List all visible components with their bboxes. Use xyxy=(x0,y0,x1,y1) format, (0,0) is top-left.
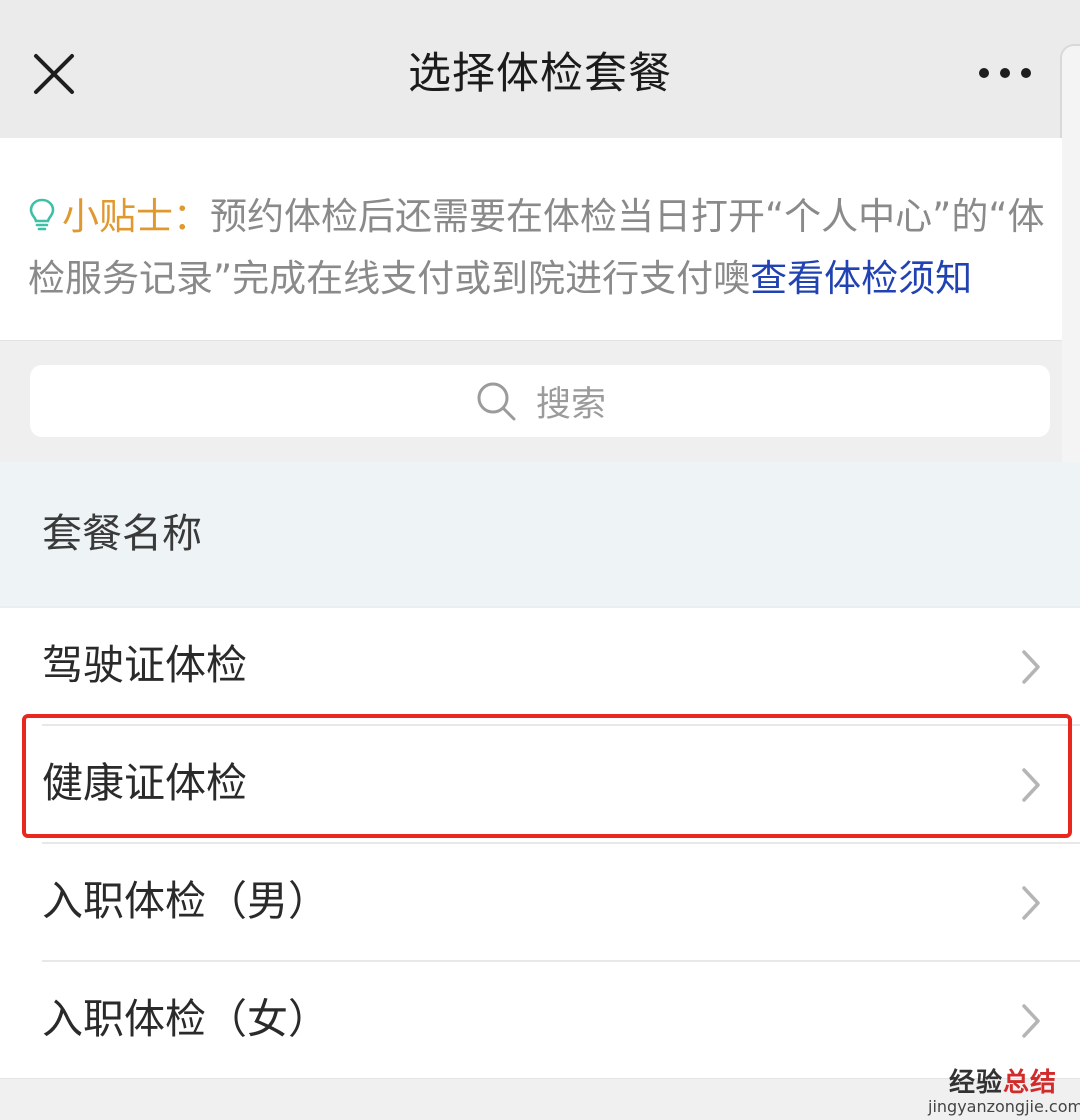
lightbulb-icon xyxy=(29,198,55,231)
more-horizontal-icon[interactable] xyxy=(974,58,1036,88)
package-list: 套餐名称 驾驶证体检 健康证体检 入职体检（男） 入职体检（女） xyxy=(0,462,1080,1119)
list-item-label: 健康证体检 xyxy=(42,759,247,807)
chevron-right-icon xyxy=(1022,650,1040,684)
page-title: 选择体检套餐 xyxy=(408,49,672,99)
tips-label: 小贴士： xyxy=(62,195,210,238)
watermark: 经验总结 jingyanzongjie.com xyxy=(928,1068,1080,1116)
chevron-right-icon xyxy=(1022,1004,1040,1038)
tips-banner: 小贴士：预约体检后还需要在体检当日打开“个人中心”的“体检服务记录”完成在线支付… xyxy=(0,138,1062,340)
search-input[interactable]: 搜索 xyxy=(30,365,1050,437)
watermark-prefix: 经验 xyxy=(948,1068,1003,1098)
list-item-employment-exam-male[interactable]: 入职体检（男） xyxy=(0,844,1080,962)
top-nav-bar: 选择体检套餐 xyxy=(0,0,1080,138)
watermark-logo: 经验总结 xyxy=(928,1068,1078,1098)
chevron-right-icon xyxy=(1022,886,1040,920)
page-edge xyxy=(1060,44,1080,466)
search-bar-area: 搜索 xyxy=(0,340,1062,463)
watermark-url: jingyanzongjie.com xyxy=(928,1097,1080,1116)
search-placeholder: 搜索 xyxy=(535,384,606,425)
watermark-accent: 总结 xyxy=(1003,1068,1058,1098)
list-item-driving-license-exam[interactable]: 驾驶证体检 xyxy=(0,608,1080,726)
list-item-label: 入职体检（女） xyxy=(42,995,329,1043)
exam-notice-link[interactable]: 查看体检须知 xyxy=(750,257,972,300)
list-item-health-certificate-exam[interactable]: 健康证体检 xyxy=(0,726,1080,844)
list-item-label: 驾驶证体检 xyxy=(42,641,247,689)
list-item-label: 入职体检（男） xyxy=(42,877,329,925)
chevron-right-icon xyxy=(1022,768,1040,802)
list-header: 套餐名称 xyxy=(0,462,1080,608)
list-header-label: 套餐名称 xyxy=(42,511,202,557)
list-item-employment-exam-female[interactable]: 入职体检（女） xyxy=(0,962,1080,1080)
tips-text: 小贴士：预约体检后还需要在体检当日打开“个人中心”的“体检服务记录”完成在线支付… xyxy=(28,186,1058,310)
search-icon xyxy=(477,382,516,421)
bottom-strip xyxy=(0,1078,1080,1120)
